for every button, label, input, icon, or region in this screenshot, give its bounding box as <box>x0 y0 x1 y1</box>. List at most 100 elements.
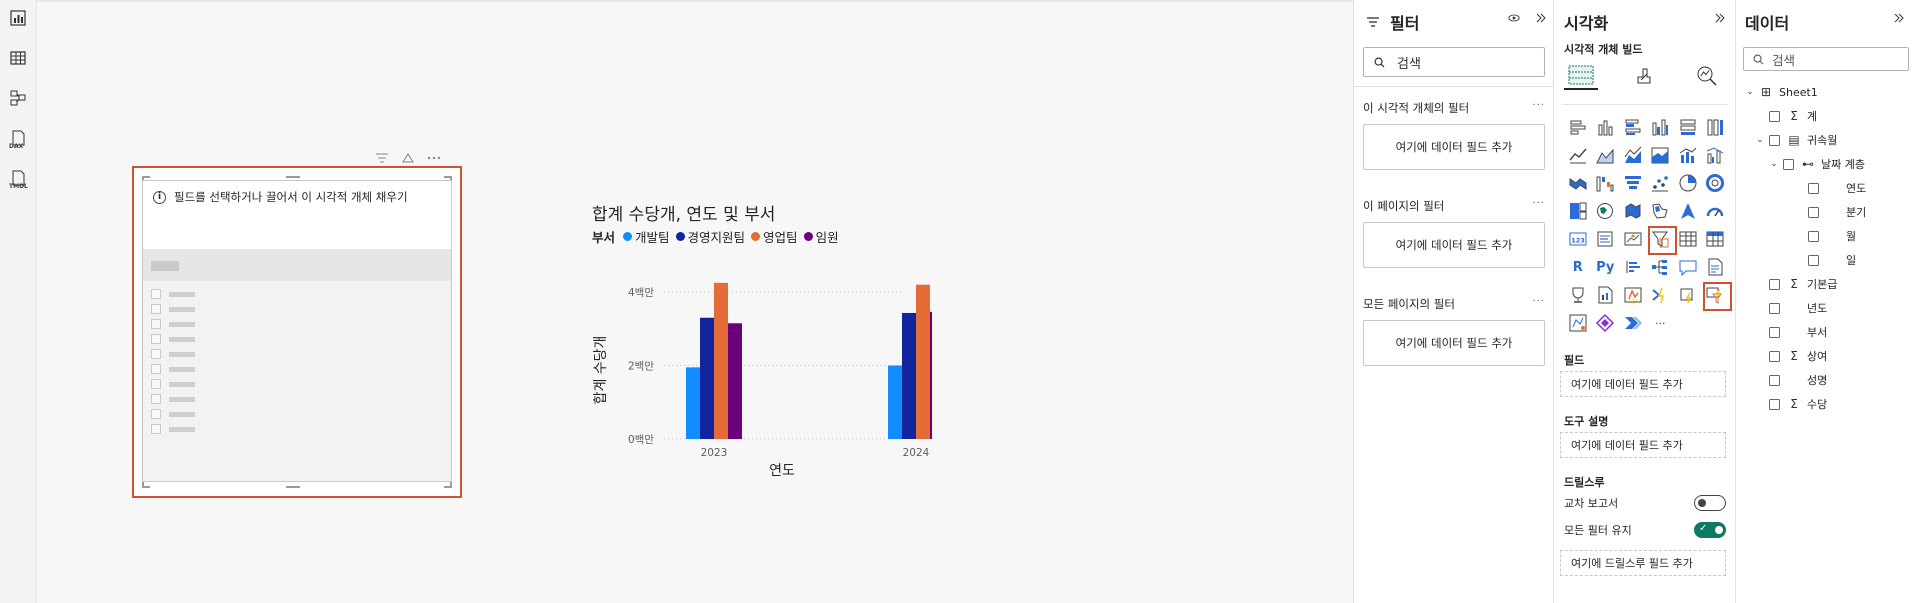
field-checkbox[interactable] <box>1783 158 1794 170</box>
keep-all-filters-toggle[interactable]: ✓ <box>1694 522 1726 538</box>
field-년도[interactable]: 년도 <box>1769 298 1827 318</box>
field-부서[interactable]: 부서 <box>1769 322 1827 342</box>
legend-item[interactable]: 경영지원팀 <box>675 227 745 246</box>
focus-mode-icon[interactable] <box>401 152 415 164</box>
shape-map-icon[interactable] <box>1647 197 1675 225</box>
field-일[interactable]: 일 <box>1808 250 1856 270</box>
slicer-icon[interactable] <box>1647 225 1676 255</box>
power-apps-diamond-icon[interactable] <box>1592 309 1620 337</box>
donut-chart-icon[interactable] <box>1702 169 1730 197</box>
field-checkbox[interactable] <box>1808 230 1819 242</box>
field-checkbox[interactable] <box>1769 350 1780 362</box>
100-stacked-column-icon[interactable] <box>1702 113 1730 141</box>
more-visuals-icon[interactable]: ··· <box>1647 309 1675 337</box>
line-chart-icon[interactable] <box>1564 141 1592 169</box>
build-visual-tab[interactable] <box>1564 62 1598 90</box>
decomposition-tree-icon[interactable] <box>1647 253 1675 281</box>
field-checkbox[interactable] <box>1808 182 1819 194</box>
cross-report-toggle[interactable] <box>1694 495 1726 511</box>
ribbon-chart-icon[interactable] <box>1564 169 1592 197</box>
bar-개발팀-2024[interactable] <box>888 365 902 439</box>
line-stacked-column-icon[interactable] <box>1674 141 1702 169</box>
collapse-data-pane-icon[interactable] <box>1894 12 1904 26</box>
page-filter-drop-zone[interactable]: 여기에 데이터 필드 추가 <box>1363 222 1545 268</box>
field-checkbox[interactable] <box>1769 374 1780 386</box>
line-clustered-column-icon[interactable] <box>1702 141 1730 169</box>
field-귀속월[interactable]: ⌄ ▤ 귀속월 <box>1755 130 1837 150</box>
report-view-icon[interactable] <box>8 8 28 28</box>
stacked-area-chart-icon[interactable] <box>1619 141 1647 169</box>
funnel-chart-icon[interactable] <box>1619 169 1647 197</box>
field-분기[interactable]: 분기 <box>1808 202 1866 222</box>
table-icon[interactable] <box>1674 225 1702 253</box>
report-canvas[interactable]: i 필드를 선택하거나 끌어서 이 시각적 개체 채우기 합계 수당개, 연도 … <box>37 0 1353 603</box>
more-options-icon[interactable]: ··· <box>1532 296 1545 312</box>
bar-임원-2023[interactable] <box>728 323 742 439</box>
field-기본급[interactable]: Σ 기본급 <box>1769 274 1837 294</box>
table-view-icon[interactable] <box>8 48 28 68</box>
smart-narrative-icon[interactable] <box>1702 253 1730 281</box>
more-options-icon[interactable]: ··· <box>1532 198 1545 214</box>
100-stacked-bar-icon[interactable] <box>1674 113 1702 141</box>
collapse-viz-pane-icon[interactable] <box>1715 12 1725 26</box>
eye-icon[interactable] <box>1508 12 1520 26</box>
bar-경영지원팀-2023[interactable] <box>700 317 714 439</box>
bar-임원-2024[interactable] <box>930 311 932 439</box>
field-checkbox[interactable] <box>1769 134 1780 146</box>
r-visual-icon[interactable]: R <box>1564 253 1592 281</box>
qa-icon[interactable] <box>1674 253 1702 281</box>
format-visual-tab[interactable] <box>1627 62 1661 90</box>
gauge-icon[interactable] <box>1702 197 1730 225</box>
resize-handle[interactable] <box>286 486 300 488</box>
kpi-icon[interactable] <box>1619 225 1647 253</box>
field-checkbox[interactable] <box>1769 110 1780 122</box>
power-apps-custom-icon[interactable] <box>1674 281 1702 309</box>
treemap-icon[interactable] <box>1564 197 1592 225</box>
paginated-report-icon[interactable] <box>1592 281 1620 309</box>
filter-search-box[interactable]: 검색 <box>1363 47 1545 77</box>
arcgis-map-icon[interactable] <box>1564 309 1592 337</box>
visual-filter-drop-zone[interactable]: 여기에 데이터 필드 추가 <box>1363 124 1545 170</box>
data-search-box[interactable]: 검색 <box>1743 47 1909 71</box>
key-influencers-icon[interactable] <box>1619 253 1647 281</box>
field-계[interactable]: Σ계 <box>1769 106 1817 126</box>
field-Sheet1[interactable]: ⌄ ⊞ Sheet1 <box>1745 82 1818 102</box>
chevron-down-icon[interactable]: ⌄ <box>1755 135 1765 145</box>
field-checkbox[interactable] <box>1769 398 1780 410</box>
field-상여[interactable]: Σ 상여 <box>1769 346 1827 366</box>
stacked-column-chart-icon[interactable] <box>1592 113 1620 141</box>
field-checkbox[interactable] <box>1808 206 1819 218</box>
field-날짜 계층[interactable]: ⌄ ⊷ 날짜 계층 <box>1769 154 1865 174</box>
analytics-tab[interactable] <box>1690 62 1724 90</box>
dax-query-view-icon[interactable]: DAX <box>8 128 28 150</box>
legend-item[interactable]: 영업팀 <box>751 227 798 246</box>
field-checkbox[interactable] <box>1808 254 1819 266</box>
resize-handle[interactable] <box>286 176 300 178</box>
multi-row-card-icon[interactable] <box>1592 225 1620 253</box>
scatter-chart-icon[interactable] <box>1647 169 1675 197</box>
stacked-bar-chart-icon[interactable] <box>1564 113 1592 141</box>
field-checkbox[interactable] <box>1769 302 1780 314</box>
azure-map-icon[interactable] <box>1674 197 1702 225</box>
filter-visual-icon[interactable] <box>375 152 389 164</box>
field-연도[interactable]: 연도 <box>1808 178 1866 198</box>
map-icon[interactable] <box>1592 197 1620 225</box>
filled-map-icon[interactable] <box>1619 197 1647 225</box>
waterfall-chart-icon[interactable] <box>1592 169 1620 197</box>
field-월[interactable]: 월 <box>1808 226 1856 246</box>
legend-item[interactable]: 임원 <box>803 227 839 246</box>
power-automate-arrow-icon[interactable] <box>1619 309 1647 337</box>
card-icon[interactable]: 123 <box>1564 225 1592 253</box>
legend-item[interactable]: 개발팀 <box>623 227 670 246</box>
bar-영업팀-2024[interactable] <box>916 284 930 439</box>
python-visual-icon[interactable]: Py <box>1592 253 1620 281</box>
tmdl-view-icon[interactable]: TMDL <box>8 168 28 190</box>
all-pages-filter-drop-zone[interactable]: 여기에 데이터 필드 추가 <box>1363 320 1545 366</box>
field-수당[interactable]: Σ 수당 <box>1769 394 1827 414</box>
drillthrough-drop-zone[interactable]: 여기에 드릴스루 필드 추가 <box>1560 550 1726 576</box>
model-view-icon[interactable] <box>8 88 28 108</box>
tooltip-drop-zone[interactable]: 여기에 데이터 필드 추가 <box>1560 432 1726 458</box>
collapse-filter-pane-icon[interactable] <box>1536 12 1546 26</box>
matrix-icon[interactable] <box>1702 225 1730 253</box>
more-options-icon[interactable]: ··· <box>1532 100 1545 116</box>
